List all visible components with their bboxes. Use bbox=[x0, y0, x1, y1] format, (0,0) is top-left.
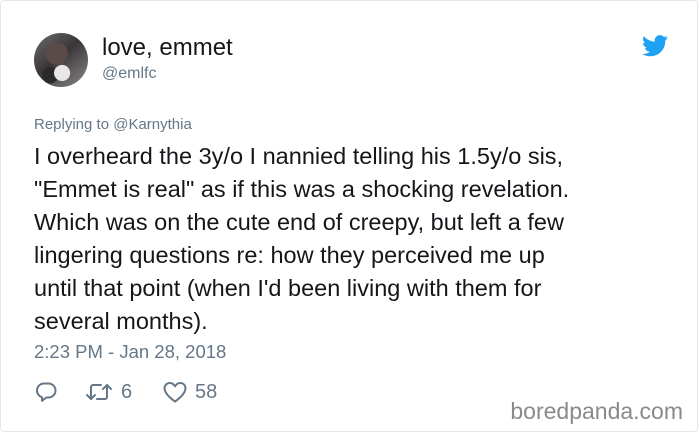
retweet-count: 6 bbox=[121, 381, 133, 403]
author-name[interactable]: love, emmet bbox=[102, 34, 233, 62]
twitter-bird-icon[interactable] bbox=[642, 35, 668, 57]
like-count: 58 bbox=[195, 381, 218, 403]
watermark: boredpanda.com bbox=[510, 398, 683, 424]
retweet-button[interactable]: 6 bbox=[84, 379, 132, 405]
like-button[interactable]: 58 bbox=[162, 379, 217, 405]
reply-icon bbox=[35, 382, 57, 402]
avatar[interactable] bbox=[34, 33, 88, 87]
replying-prefix: Replying to bbox=[34, 116, 114, 133]
tweet-timestamp[interactable]: 2:23 PM - Jan 28, 2018 bbox=[34, 341, 226, 363]
replying-to-mention[interactable]: @Karnythia bbox=[113, 116, 192, 133]
author-handle[interactable]: @emlfc bbox=[102, 64, 156, 84]
tweet-card: love, emmet @emlfc Replying to @Karnythi… bbox=[0, 0, 698, 432]
retweet-icon bbox=[86, 384, 112, 400]
replying-to-line: Replying to @Karnythia bbox=[34, 116, 192, 134]
reply-button[interactable] bbox=[34, 379, 58, 405]
tweet-text: I overheard the 3y/o I nannied telling h… bbox=[34, 143, 570, 334]
tweet-actions: 6 58 bbox=[34, 379, 334, 405]
heart-icon bbox=[163, 382, 187, 403]
